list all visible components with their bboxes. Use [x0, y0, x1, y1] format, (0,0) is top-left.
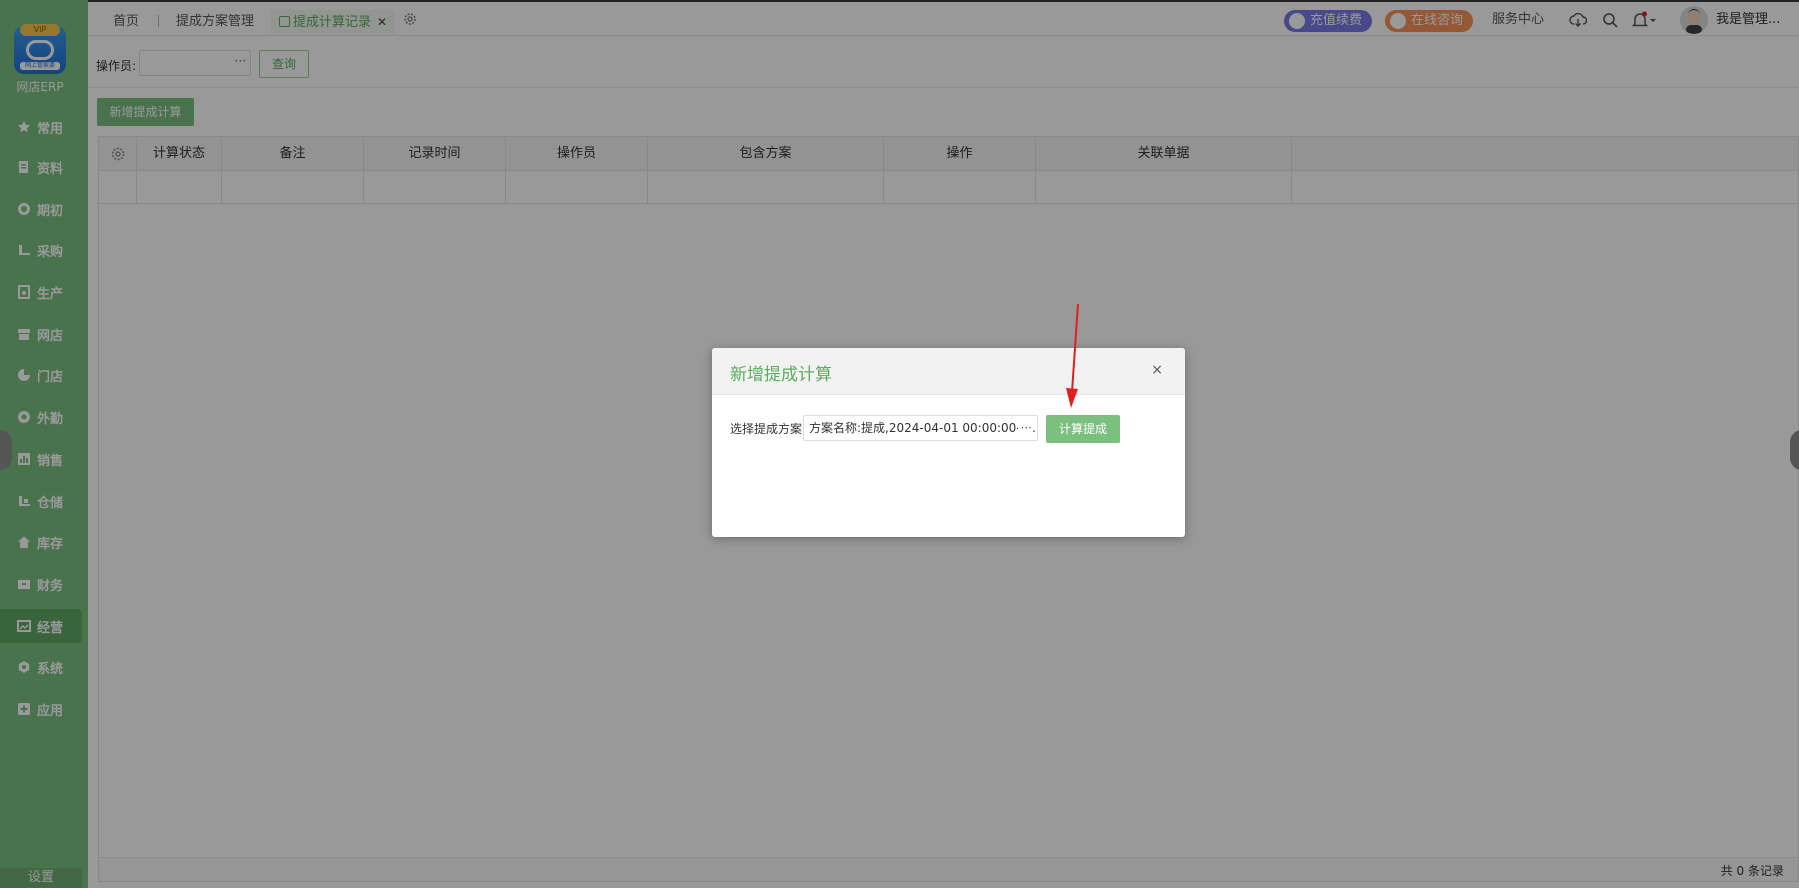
calculate-commission-button[interactable]: 计算提成: [1046, 415, 1120, 443]
dialog-title: 新增提成计算: [730, 365, 832, 385]
right-collapse-handle[interactable]: [1790, 430, 1799, 470]
dialog-header: 新增提成计算 ×: [712, 348, 1185, 395]
more-options-icon[interactable]: ···: [1017, 416, 1032, 440]
annotation-arrow: [1066, 303, 1079, 408]
scheme-select-input[interactable]: 方案名称:提成,2024-04-01 00:00:00-2... ···: [803, 415, 1038, 441]
scheme-select-label: 选择提成方案: [730, 422, 803, 436]
add-commission-calc-dialog: 新增提成计算 × 选择提成方案 方案名称:提成,2024-04-01 00:00…: [712, 348, 1185, 537]
close-icon[interactable]: ×: [1151, 362, 1163, 378]
scheme-value: 方案名称:提成,2024-04-01 00:00:00-2...: [809, 421, 1038, 435]
left-collapse-handle[interactable]: [0, 430, 12, 470]
